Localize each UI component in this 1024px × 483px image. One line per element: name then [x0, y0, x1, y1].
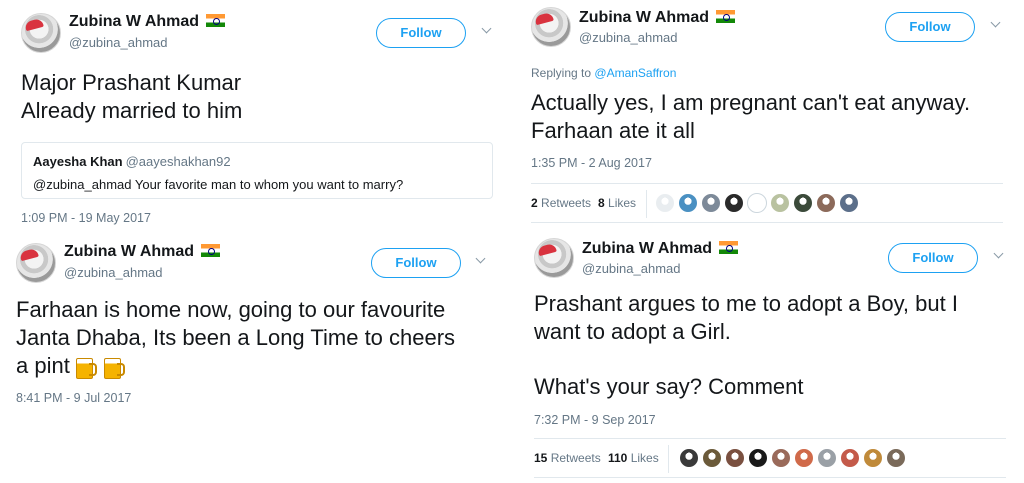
tweet-text-line: What's your say? Comment	[534, 374, 804, 399]
quoted-user-handle: @aayeshakhan92	[125, 154, 231, 169]
timestamp[interactable]: 7:32 PM - 9 Sep 2017	[534, 413, 1006, 427]
tweet-text: Actually yes, I am pregnant can't eat an…	[531, 89, 1005, 145]
follow-button[interactable]: Follow	[885, 12, 975, 42]
liker-avatar[interactable]	[794, 448, 814, 468]
liker-avatar[interactable]	[886, 448, 906, 468]
engagement-stats: 2 Retweets 8 Likes	[531, 183, 1003, 223]
replying-to: Replying to @AmanSaffron	[531, 66, 677, 80]
likes-count[interactable]: 8 Likes	[598, 196, 636, 210]
avatar[interactable]	[16, 243, 56, 283]
tweet-card: Zubina W Ahmad @zubina_ahmad Follow Majo…	[21, 13, 496, 225]
retweets-count[interactable]: 15 Retweets	[534, 451, 601, 465]
chevron-down-icon[interactable]	[480, 23, 494, 37]
liker-avatar[interactable]	[725, 448, 745, 468]
tweet-text-line: Farhaan ate it all	[531, 118, 695, 143]
user-name[interactable]: Zubina W Ahmad	[579, 9, 736, 27]
beer-mug-icon	[74, 352, 98, 379]
user-name[interactable]: Zubina W Ahmad	[582, 240, 739, 258]
liker-avatar[interactable]	[840, 448, 860, 468]
tweet-text: Farhaan is home now, going to our favour…	[16, 296, 496, 380]
liker-avatar[interactable]	[770, 193, 790, 213]
india-flag-icon	[716, 10, 736, 23]
user-handle[interactable]: @zubina_ahmad	[69, 35, 167, 50]
chevron-down-icon[interactable]	[989, 17, 1003, 31]
tweet-text-line: Already married to him	[21, 98, 243, 123]
follow-button[interactable]: Follow	[888, 243, 978, 273]
likes-count[interactable]: 110 Likes	[608, 451, 659, 465]
liker-avatars	[655, 193, 862, 213]
tweet-header: Zubina W Ahmad @zubina_ahmad Follow	[16, 243, 496, 287]
liker-avatar[interactable]	[701, 193, 721, 213]
liker-avatar[interactable]	[771, 448, 791, 468]
avatar[interactable]	[531, 7, 571, 47]
tweet-text-line: Actually yes, I am pregnant can't eat an…	[531, 90, 971, 115]
tweet-text-line: Prashant argues to me to adopt a Boy, bu…	[534, 291, 958, 316]
user-name[interactable]: Zubina W Ahmad	[64, 243, 221, 261]
tweet-text-line: Farhaan is home now, going to our favour…	[16, 297, 446, 322]
tweet-header: Zubina W Ahmad @zubina_ahmad Follow	[21, 13, 496, 57]
beer-mug-icon	[102, 352, 126, 379]
india-flag-icon	[719, 241, 739, 254]
chevron-down-icon[interactable]	[992, 248, 1006, 262]
avatar[interactable]	[534, 238, 574, 278]
india-flag-icon	[201, 244, 221, 257]
follow-button[interactable]: Follow	[376, 18, 466, 48]
liker-avatar[interactable]	[793, 193, 813, 213]
quoted-tweet[interactable]: Aayesha Khan @aayeshakhan92 @zubina_ahmad…	[21, 142, 493, 199]
tweet-text-line: Janta Dhaba, Its been a Long Time to che…	[16, 325, 456, 350]
engagement-stats: 15 Retweets 110 Likes	[534, 438, 1006, 478]
reply-to-link[interactable]: @AmanSaffron	[594, 66, 676, 80]
liker-avatar[interactable]	[817, 448, 837, 468]
liker-avatar[interactable]	[863, 448, 883, 468]
user-name[interactable]: Zubina W Ahmad	[69, 13, 226, 31]
tweet-text-line: want to adopt a Girl.	[534, 319, 731, 344]
user-handle[interactable]: @zubina_ahmad	[64, 265, 162, 280]
tweet-text-line: a pint	[16, 352, 496, 380]
liker-avatar[interactable]	[702, 448, 722, 468]
tweet-header: Zubina W Ahmad @zubina_ahmad Follow	[534, 238, 1006, 282]
liker-avatar[interactable]	[839, 193, 859, 213]
quoted-text: @zubina_ahmad Your favorite man to whom …	[33, 177, 404, 192]
quoted-user-name: Aayesha Khan	[33, 154, 123, 169]
tweet-text: Prashant argues to me to adopt a Boy, bu…	[534, 290, 1006, 401]
liker-avatar[interactable]	[655, 193, 675, 213]
tweet-header: Zubina W Ahmad @zubina_ahmad Follow	[531, 7, 1005, 51]
chevron-down-icon[interactable]	[474, 253, 488, 267]
divider	[646, 190, 647, 218]
divider	[668, 445, 669, 473]
liker-avatar[interactable]	[816, 193, 836, 213]
tweet-text-line: Major Prashant Kumar	[21, 70, 242, 95]
follow-button[interactable]: Follow	[371, 248, 461, 278]
liker-avatar[interactable]	[747, 193, 767, 213]
tweet-card: Zubina W Ahmad @zubina_ahmad Follow Pras…	[534, 238, 1006, 478]
liker-avatars	[679, 448, 909, 468]
india-flag-icon	[206, 14, 226, 27]
timestamp[interactable]: 1:09 PM - 19 May 2017	[21, 211, 496, 225]
tweet-card: Zubina W Ahmad @zubina_ahmad Follow Farh…	[16, 243, 496, 405]
retweets-count[interactable]: 2 Retweets	[531, 196, 591, 210]
tweet-card: Zubina W Ahmad @zubina_ahmad Follow Repl…	[531, 7, 1005, 223]
liker-avatar[interactable]	[748, 448, 768, 468]
user-handle[interactable]: @zubina_ahmad	[582, 261, 680, 276]
liker-avatar[interactable]	[679, 448, 699, 468]
timestamp[interactable]: 8:41 PM - 9 Jul 2017	[16, 391, 496, 405]
timestamp[interactable]: 1:35 PM - 2 Aug 2017	[531, 156, 1005, 170]
user-handle[interactable]: @zubina_ahmad	[579, 30, 677, 45]
tweet-text: Major Prashant Kumar Already married to …	[21, 69, 496, 125]
liker-avatar[interactable]	[724, 193, 744, 213]
avatar[interactable]	[21, 13, 61, 53]
liker-avatar[interactable]	[678, 193, 698, 213]
